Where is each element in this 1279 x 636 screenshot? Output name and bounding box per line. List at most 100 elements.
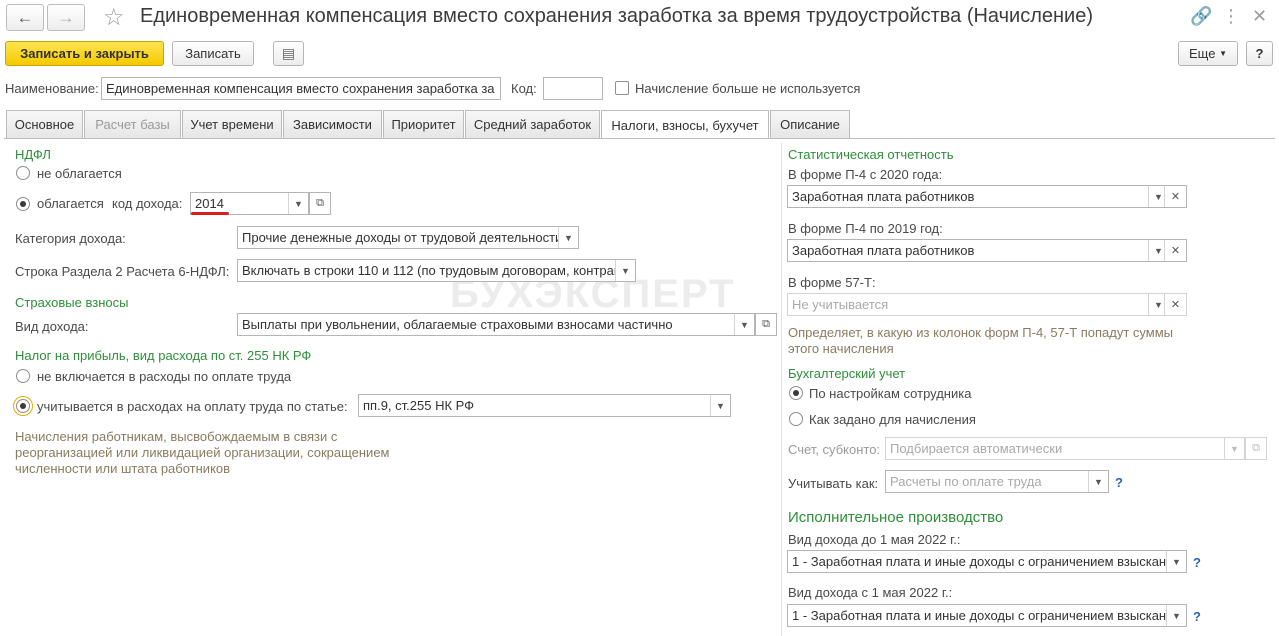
p4-2019-select[interactable]: Заработная плата работников ▼ ✕: [787, 239, 1187, 262]
before-may-help-icon[interactable]: ?: [1193, 555, 1201, 570]
back-button[interactable]: ←: [6, 4, 44, 31]
income-category-label: Категория дохода:: [15, 231, 126, 246]
clear-icon[interactable]: ✕: [1164, 186, 1186, 207]
more-vertical-icon[interactable]: ⋮: [1222, 6, 1240, 27]
document-list-icon: ▤: [281, 45, 296, 61]
arrow-right-icon: →: [57, 7, 75, 27]
insurance-kind-label: Вид дохода:: [15, 319, 89, 334]
name-label: Наименование:: [5, 81, 99, 96]
ndfl-taxed-radio[interactable]: [16, 197, 30, 211]
dropdown-arrow-icon[interactable]: ▼: [615, 260, 635, 281]
close-icon[interactable]: ✕: [1252, 6, 1267, 27]
enforcement-section-title: Исполнительное производство: [788, 509, 1004, 526]
name-value: Единовременная компенсация вместо сохран…: [106, 81, 496, 96]
tab-time-tracking[interactable]: Учет времени: [182, 110, 282, 138]
highlight-underline: [191, 212, 229, 215]
p4-2020-value: Заработная плата работников: [792, 189, 975, 204]
before-may-select[interactable]: 1 - Заработная плата и иные доходы с огр…: [787, 550, 1187, 573]
before-may-value: 1 - Заработная плата и иные доходы с огр…: [792, 554, 1166, 569]
dropdown-arrow-icon[interactable]: ▼: [288, 193, 308, 214]
after-may-select[interactable]: 1 - Заработная плата и иные доходы с огр…: [787, 604, 1187, 627]
tab-main[interactable]: Основное: [6, 110, 83, 138]
not-included-radio[interactable]: [16, 369, 30, 383]
tab-dependencies[interactable]: Зависимости: [283, 110, 382, 138]
insurance-kind-select[interactable]: Выплаты при увольнении, облагаемые страх…: [237, 313, 755, 336]
p4-2019-value: Заработная плата работников: [792, 243, 975, 258]
code-label: Код:: [511, 81, 537, 96]
tab-average-earnings[interactable]: Средний заработок: [465, 110, 600, 138]
tab-priority[interactable]: Приоритет: [383, 110, 464, 138]
tab-divider: [4, 138, 1275, 139]
more-button-label: Еще: [1189, 46, 1216, 61]
stats-hint: Определяет, в какую из колонок форм П-4,…: [788, 325, 1174, 356]
help-button[interactable]: ?: [1246, 41, 1273, 66]
link-icon[interactable]: 🔗: [1190, 6, 1212, 27]
income-category-select[interactable]: Прочие денежные доходы от трудовой деяте…: [237, 226, 579, 249]
arrow-left-icon: ←: [16, 7, 34, 27]
insurance-kind-value: Выплаты при увольнении, облагаемые страх…: [242, 317, 673, 332]
as-set-label: Как задано для начисления: [809, 412, 976, 427]
dropdown-arrow-icon[interactable]: ▼: [734, 314, 754, 335]
forward-button[interactable]: →: [47, 4, 85, 31]
not-used-checkbox[interactable]: [615, 81, 629, 95]
dropdown-arrow-icon[interactable]: ▼: [1166, 551, 1186, 572]
tab-taxes[interactable]: Налоги, взносы, бухучет: [601, 110, 769, 139]
f57-label: В форме 57-Т:: [788, 275, 876, 290]
report-button[interactable]: ▤: [273, 41, 304, 66]
dropdown-arrow-icon[interactable]: ▼: [1224, 438, 1244, 459]
after-may-help-icon[interactable]: ?: [1193, 609, 1201, 624]
clear-icon[interactable]: ✕: [1164, 240, 1186, 261]
included-label: учитывается в расходах на оплату труда п…: [37, 399, 348, 414]
article-select[interactable]: пп.9, ст.255 НК РФ ▼: [358, 394, 731, 417]
save-button[interactable]: Записать: [172, 41, 254, 66]
as-set-radio[interactable]: [789, 412, 803, 426]
clear-icon[interactable]: ✕: [1164, 294, 1186, 315]
consider-select[interactable]: Расчеты по оплате труда ▼: [885, 470, 1109, 493]
ndfl-taxed-label: облагается: [37, 196, 104, 211]
stats-section-title: Статистическая отчетность: [788, 147, 954, 162]
included-radio[interactable]: [13, 396, 33, 416]
consider-help-icon[interactable]: ?: [1115, 475, 1123, 490]
more-button[interactable]: Еще ▼: [1178, 41, 1238, 66]
open-icon[interactable]: ⧉: [1245, 437, 1267, 460]
by-employee-radio[interactable]: [789, 386, 803, 400]
before-may-label: Вид дохода до 1 мая 2022 г.:: [788, 532, 961, 547]
article-value: пп.9, ст.255 НК РФ: [363, 398, 475, 413]
p4-2019-label: В форме П-4 по 2019 год:: [788, 221, 943, 236]
favorite-star-icon[interactable]: ☆: [103, 3, 125, 32]
consider-label: Учитывать как:: [788, 476, 879, 491]
p4-2020-label: В форме П-4 с 2020 года:: [788, 167, 943, 182]
income-code-value: 2014: [195, 196, 224, 211]
account-select[interactable]: Подбирается автоматически ▼: [885, 437, 1245, 460]
after-may-value: 1 - Заработная плата и иные доходы с огр…: [792, 608, 1166, 623]
accounting-section-title: Бухгалтерский учет: [788, 366, 906, 381]
code-input[interactable]: [543, 77, 603, 100]
f57-select[interactable]: Не учитывается ▼ ✕: [787, 293, 1187, 316]
tab-description[interactable]: Описание: [770, 110, 850, 138]
tab-base-calc[interactable]: Расчет базы: [84, 110, 181, 138]
after-may-label: Вид дохода с 1 мая 2022 г.:: [788, 585, 953, 600]
row-6ndfl-value: Включать в строки 110 и 112 (по трудовым…: [242, 263, 615, 278]
open-icon[interactable]: ⧉: [755, 313, 777, 336]
not-included-label: не включается в расходы по оплате труда: [37, 369, 292, 384]
p4-2020-select[interactable]: Заработная плата работников ▼ ✕: [787, 185, 1187, 208]
not-used-label: Начисление больше не используется: [635, 81, 861, 96]
account-value: Подбирается автоматически: [890, 441, 1063, 456]
ndfl-not-taxed-label: не облагается: [37, 166, 122, 181]
ndfl-not-taxed-radio[interactable]: [16, 166, 30, 180]
dropdown-arrow-icon[interactable]: ▼: [558, 227, 578, 248]
income-category-value: Прочие денежные доходы от трудовой деяте…: [242, 230, 558, 245]
column-divider: [781, 143, 782, 636]
dropdown-arrow-icon[interactable]: ▼: [710, 395, 730, 416]
open-icon[interactable]: ⧉: [309, 192, 331, 215]
consider-value: Расчеты по оплате труда: [890, 474, 1042, 489]
row-6ndfl-select[interactable]: Включать в строки 110 и 112 (по трудовым…: [237, 259, 636, 282]
save-close-button[interactable]: Записать и закрыть: [5, 41, 164, 66]
dropdown-arrow-icon[interactable]: ▼: [1166, 605, 1186, 626]
row-6ndfl-label: Строка Раздела 2 Расчета 6-НДФЛ:: [15, 264, 230, 279]
chevron-down-icon: ▼: [1219, 49, 1227, 58]
name-input[interactable]: Единовременная компенсация вместо сохран…: [101, 77, 501, 100]
ndfl-section-title: НДФЛ: [15, 147, 51, 162]
profit-tax-section-title: Налог на прибыль, вид расхода по ст. 255…: [15, 348, 312, 363]
dropdown-arrow-icon[interactable]: ▼: [1088, 471, 1108, 492]
